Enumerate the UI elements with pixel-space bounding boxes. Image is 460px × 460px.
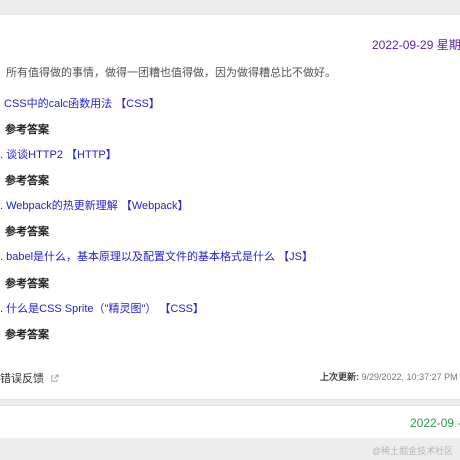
post-date: 2022-09-29 星期四 (372, 38, 460, 52)
last-updated-label: 上次更新: (320, 372, 359, 382)
question-link-2[interactable]: . 谈谈HTTP2 【HTTP】 (0, 146, 117, 162)
answer-label-5[interactable]: 参考答案 (5, 326, 49, 342)
answer-label-2[interactable]: 参考答案 (5, 172, 49, 188)
answer-label-3[interactable]: 参考答案 (5, 223, 49, 239)
next-post-card (0, 405, 460, 438)
feedback-link[interactable]: 错误反馈 (0, 370, 59, 386)
post-quote: 所有值得做的事情，做得一团糟也值得做，因为做得糟总比不做好。 (6, 67, 336, 79)
next-post-date: 2022-09 - (410, 416, 460, 430)
question-link-3[interactable]: . Webpack的热更新理解 【Webpack】 (0, 197, 189, 213)
feedback-label: 错误反馈 (0, 373, 44, 385)
question-link-1[interactable]: CSS中的calc函数用法 【CSS】 (0, 95, 160, 111)
question-link-4[interactable]: . babel是什么，基本原理以及配置文件的基本格式是什么 【JS】 (0, 248, 313, 264)
external-link-icon (51, 373, 59, 382)
answer-label-1[interactable]: 参考答案 (5, 121, 49, 137)
answer-label-4[interactable]: 参考答案 (5, 275, 49, 291)
last-updated: 上次更新: 9/29/2022, 10:37:27 PM (320, 370, 458, 383)
question-link-5[interactable]: . 什么是CSS Sprite（"精灵图"） 【CSS】 (0, 300, 204, 316)
watermark: @稀土掘金技术社区 (372, 446, 454, 456)
last-updated-value: 9/29/2022, 10:37:27 PM (361, 372, 458, 382)
